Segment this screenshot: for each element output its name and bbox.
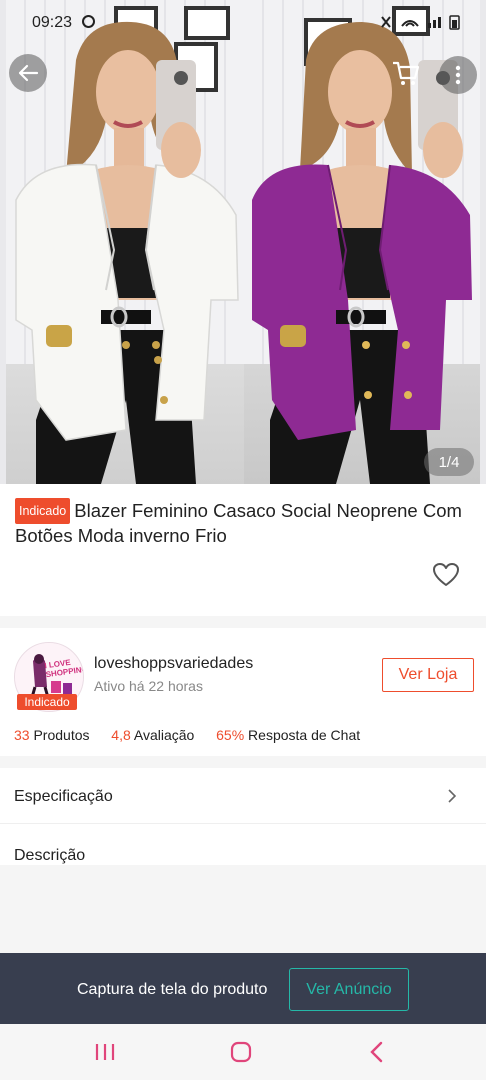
more-options-button[interactable] (439, 56, 477, 94)
rating-label: Avaliação (133, 727, 195, 743)
chat-response-value: 65% (216, 727, 245, 743)
product-title: Indicado Blazer Feminino Casaco Social Ne… (15, 498, 475, 548)
arrow-left-icon (18, 64, 39, 82)
home-button[interactable] (226, 1038, 256, 1066)
specification-row[interactable]: Especificação (0, 768, 486, 824)
recent-apps-button[interactable] (90, 1038, 120, 1066)
banner-text: Captura de tela do produto (77, 981, 268, 998)
cart-icon (393, 61, 420, 85)
screenshot-banner: Captura de tela do produto Ver Anúncio (0, 953, 486, 1024)
status-icons (378, 14, 468, 33)
seller-card: I LOVE SHOPPING loveshoppsvariedades Ati… (0, 628, 486, 756)
back-button[interactable] (9, 54, 47, 92)
recent-apps-icon (95, 1044, 115, 1060)
notification-icon (82, 15, 95, 28)
products-label: Produtos (33, 727, 90, 743)
products-count: 33 (14, 727, 30, 743)
view-shop-button[interactable]: Ver Loja (382, 658, 474, 692)
cart-button[interactable] (388, 56, 424, 92)
status-time: 09:23 (32, 14, 73, 31)
more-vertical-icon (455, 65, 461, 85)
system-navigation-bar (0, 1024, 486, 1080)
favorite-button[interactable] (432, 562, 460, 588)
home-icon (230, 1041, 252, 1063)
description-label: Descrição (14, 847, 86, 864)
chevron-left-icon (370, 1041, 383, 1063)
seller-indicado-badge: Indicado (17, 694, 77, 710)
description-row: Descrição (0, 824, 486, 865)
product-title-text: Blazer Feminino Casaco Social Neoprene C… (15, 500, 462, 546)
status-bar: 09:23 (0, 0, 486, 44)
heart-icon (433, 563, 459, 586)
indicado-badge: Indicado (15, 498, 71, 524)
chevron-right-icon (448, 789, 457, 803)
specification-label: Especificação (14, 788, 113, 805)
chat-response-label: Resposta de Chat (248, 727, 361, 743)
view-ad-button[interactable]: Ver Anúncio (289, 968, 409, 1011)
seller-status: Ativo há 22 horas (94, 678, 203, 694)
product-title-card: Indicado Blazer Feminino Casaco Social Ne… (0, 484, 486, 616)
rating-value: 4,8 (111, 727, 131, 743)
system-back-button[interactable] (362, 1038, 392, 1066)
seller-stats: 33 Produtos 4,8 Avaliação 65% Resposta d… (14, 727, 360, 743)
image-counter: 1/4 (424, 448, 474, 476)
seller-name[interactable]: loveshoppsvariedades (94, 655, 253, 673)
